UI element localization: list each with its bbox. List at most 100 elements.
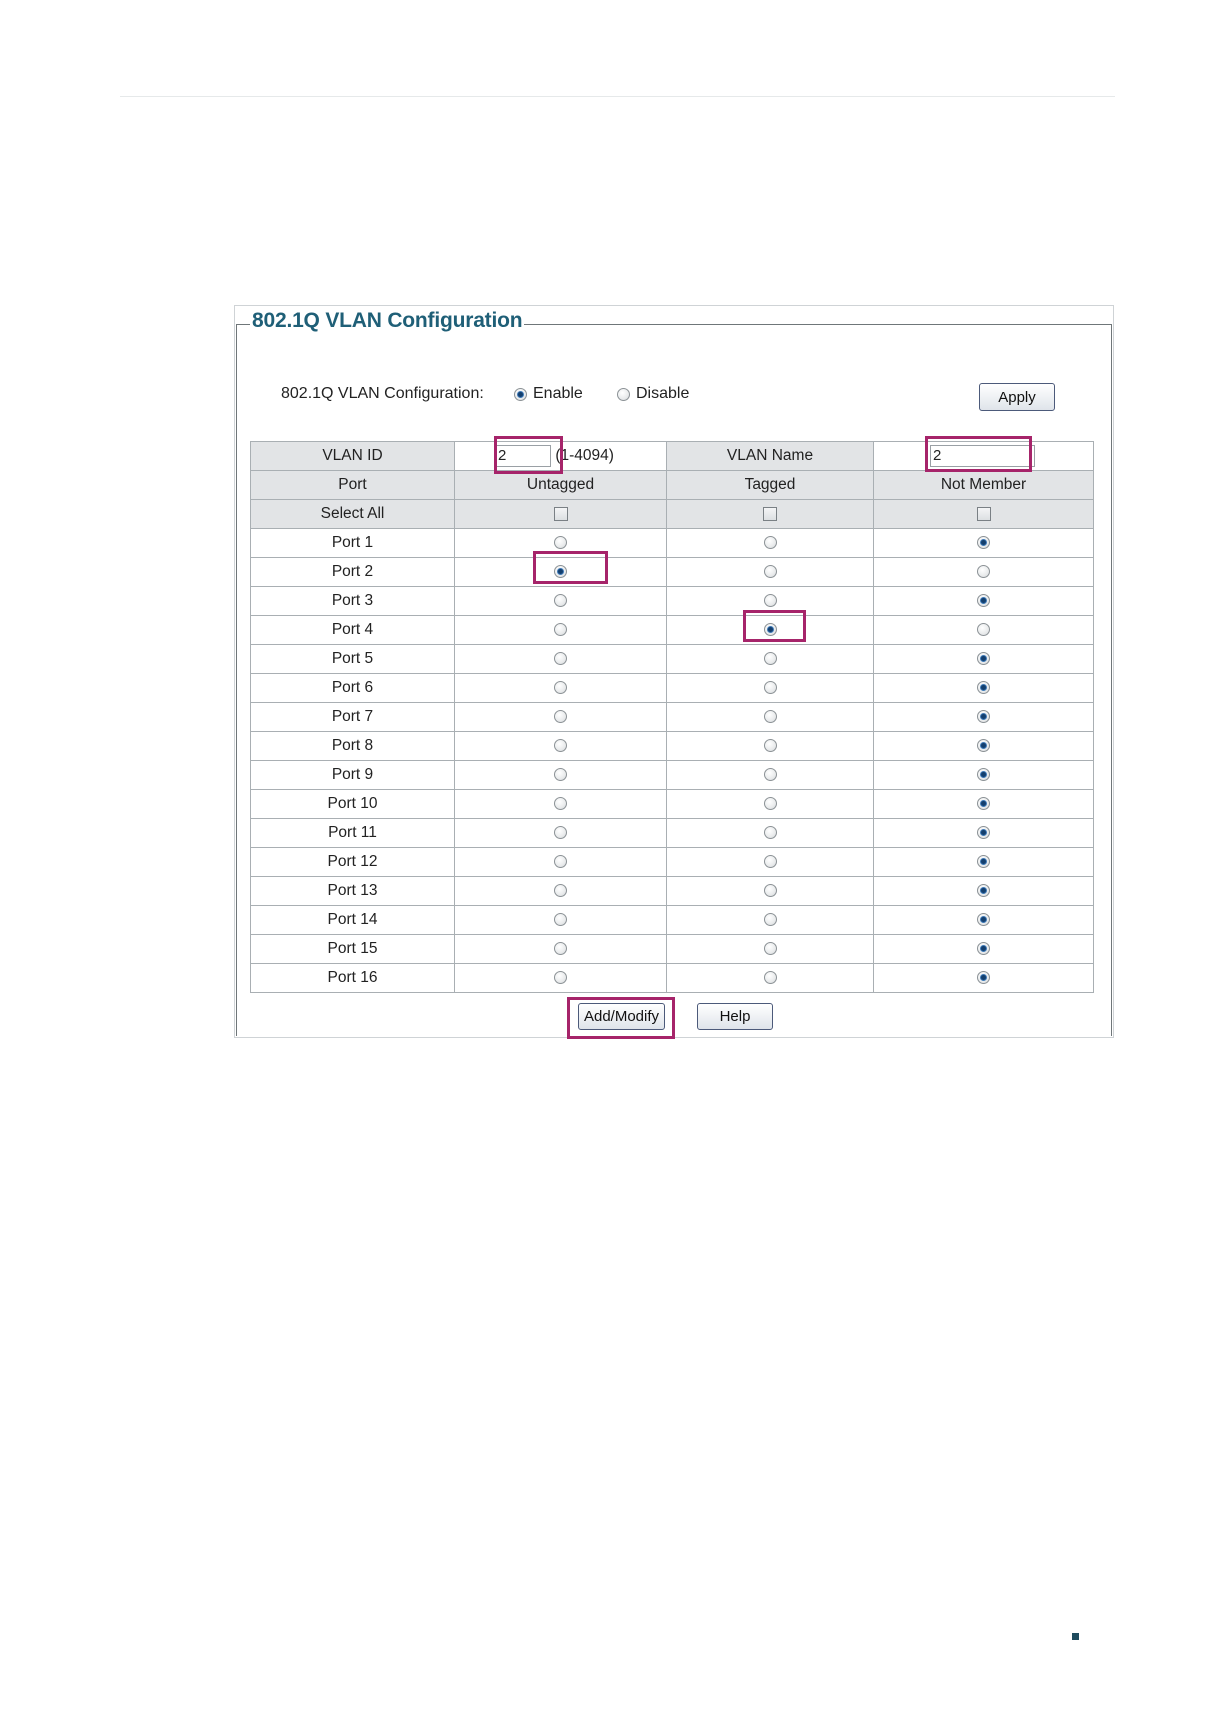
port-6-tagged-radio[interactable] <box>763 681 777 695</box>
select-all-label: Select All <box>250 499 455 529</box>
table-row: Port 11 <box>250 818 1094 848</box>
port-label: Port 2 <box>250 557 455 587</box>
port-10-tagged-radio[interactable] <box>763 797 777 811</box>
port-6-untagged-radio[interactable] <box>554 681 567 695</box>
port-12-not-member-radio[interactable] <box>977 855 990 869</box>
port-14-untagged-radio[interactable] <box>554 913 567 927</box>
table-row: Port 2 <box>250 557 1094 587</box>
port-13-not-member-radio[interactable] <box>977 884 990 898</box>
port-5-not-member-radio[interactable] <box>977 652 990 666</box>
col-header-not-member: Not Member <box>873 470 1094 500</box>
page-marker <box>1072 1633 1079 1640</box>
port-1-tagged-radio[interactable] <box>763 536 777 550</box>
port-4-not-member-radio[interactable] <box>977 623 990 637</box>
port-label: Port 5 <box>250 644 455 674</box>
help-button[interactable]: Help <box>697 1003 773 1030</box>
vlan-port-table: VLAN ID 2 (1-4094) VLAN Name 2 Port Unta… <box>250 441 1094 993</box>
table-row: Port 14 <box>250 905 1094 935</box>
port-8-tagged-radio[interactable] <box>763 739 777 753</box>
table-row: Port 5 <box>250 644 1094 674</box>
port-label: Port 10 <box>250 789 455 819</box>
vlan-id-input[interactable]: 2 <box>495 445 551 467</box>
port-label: Port 7 <box>250 702 455 732</box>
vlan-name-input[interactable]: 2 <box>930 445 1035 467</box>
port-7-untagged-radio[interactable] <box>554 710 567 724</box>
col-header-untagged: Untagged <box>454 470 667 500</box>
vlan-id-label: VLAN ID <box>250 441 455 471</box>
port-11-not-member-radio[interactable] <box>977 826 990 840</box>
panel-title: 802.1Q VLAN Configuration <box>250 309 525 333</box>
table-row: Port 10 <box>250 789 1094 819</box>
port-13-tagged-radio[interactable] <box>763 884 777 898</box>
select-all-not-member-checkbox[interactable] <box>976 506 991 521</box>
port-label: Port 9 <box>250 760 455 790</box>
port-3-tagged-radio[interactable] <box>763 594 777 608</box>
port-9-tagged-radio[interactable] <box>763 768 777 782</box>
port-10-untagged-radio[interactable] <box>554 797 567 811</box>
port-16-not-member-radio[interactable] <box>977 971 990 985</box>
apply-button[interactable]: Apply <box>979 383 1055 411</box>
port-12-tagged-radio[interactable] <box>763 855 777 869</box>
vlan-name-cell: 2 <box>873 441 1094 471</box>
port-16-untagged-radio[interactable] <box>554 971 567 985</box>
port-label: Port 1 <box>250 528 455 558</box>
port-15-tagged-radio[interactable] <box>763 942 777 956</box>
port-label: Port 13 <box>250 876 455 906</box>
disable-radio[interactable] <box>617 387 630 401</box>
table-row: Port 15 <box>250 934 1094 964</box>
port-15-not-member-radio[interactable] <box>977 942 990 956</box>
table-row: Port 9 <box>250 760 1094 790</box>
port-10-not-member-radio[interactable] <box>977 797 990 811</box>
port-3-untagged-radio[interactable] <box>554 594 567 608</box>
port-12-untagged-radio[interactable] <box>554 855 567 869</box>
disable-label: Disable <box>636 385 690 402</box>
port-16-tagged-radio[interactable] <box>763 971 777 985</box>
select-all-untagged-checkbox[interactable] <box>553 506 568 521</box>
port-7-tagged-radio[interactable] <box>763 710 777 724</box>
port-label: Port 14 <box>250 905 455 935</box>
port-2-not-member-radio[interactable] <box>977 565 990 579</box>
port-14-tagged-radio[interactable] <box>763 913 777 927</box>
table-row: Port 3 <box>250 586 1094 616</box>
port-15-untagged-radio[interactable] <box>554 942 567 956</box>
port-label: Port 15 <box>250 934 455 964</box>
column-header-row: Port Untagged Tagged Not Member <box>250 470 1094 500</box>
enable-radio[interactable] <box>514 387 527 401</box>
port-label: Port 8 <box>250 731 455 761</box>
vlan-id-row: VLAN ID 2 (1-4094) VLAN Name 2 <box>250 441 1094 471</box>
port-1-not-member-radio[interactable] <box>977 536 990 550</box>
table-row: Port 6 <box>250 673 1094 703</box>
table-row: Port 7 <box>250 702 1094 732</box>
port-11-untagged-radio[interactable] <box>554 826 567 840</box>
port-5-untagged-radio[interactable] <box>554 652 567 666</box>
select-all-tagged-checkbox[interactable] <box>763 506 777 521</box>
port-label: Port 16 <box>250 963 455 993</box>
port-8-untagged-radio[interactable] <box>554 739 567 753</box>
port-6-not-member-radio[interactable] <box>977 681 990 695</box>
port-label: Port 12 <box>250 847 455 877</box>
disable-option[interactable]: Disable <box>617 385 689 403</box>
port-9-untagged-radio[interactable] <box>554 768 567 782</box>
add-modify-button[interactable]: Add/Modify <box>578 1003 665 1030</box>
port-label: Port 11 <box>250 818 455 848</box>
port-5-tagged-radio[interactable] <box>763 652 777 666</box>
port-2-tagged-radio[interactable] <box>763 565 777 579</box>
enable-label: Enable <box>533 385 583 402</box>
port-9-not-member-radio[interactable] <box>977 768 990 782</box>
port-1-untagged-radio[interactable] <box>554 536 567 550</box>
port-14-not-member-radio[interactable] <box>977 913 990 927</box>
port-2-untagged-radio[interactable] <box>554 565 567 579</box>
port-3-not-member-radio[interactable] <box>977 594 990 608</box>
port-8-not-member-radio[interactable] <box>977 739 990 753</box>
table-row: Port 1 <box>250 528 1094 558</box>
port-11-tagged-radio[interactable] <box>763 826 777 840</box>
table-row: Port 8 <box>250 731 1094 761</box>
port-13-untagged-radio[interactable] <box>554 884 567 898</box>
port-7-not-member-radio[interactable] <box>977 710 990 724</box>
table-row: Port 4 <box>250 615 1094 645</box>
table-row: Port 16 <box>250 963 1094 993</box>
enable-option[interactable]: Enable <box>514 385 583 403</box>
table-row: Port 12 <box>250 847 1094 877</box>
port-4-untagged-radio[interactable] <box>554 623 567 637</box>
port-4-tagged-radio[interactable] <box>763 623 777 637</box>
